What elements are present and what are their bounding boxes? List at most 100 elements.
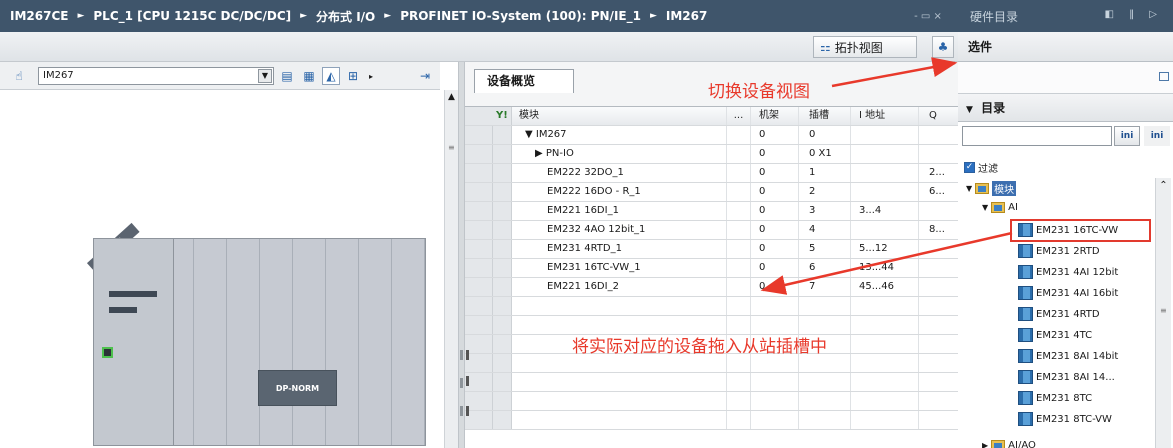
column-more[interactable]: ... — [727, 107, 751, 125]
chevron-down-icon[interactable]: ▼ — [258, 69, 272, 83]
catalog-item[interactable]: EM231 2RTD — [1018, 242, 1100, 260]
cell-module[interactable] — [513, 392, 727, 410]
breadcrumb-item[interactable]: PLC_1 [CPU 1215C DC/DC/DC] — [93, 9, 291, 23]
catalog-item[interactable]: EM231 4AI 16bit — [1018, 284, 1118, 302]
table-row[interactable] — [465, 373, 958, 392]
zoom-icon[interactable]: ◭ — [322, 67, 340, 85]
device-select[interactable]: IM267 ▼ — [38, 67, 274, 85]
cell-module[interactable]: EM232 4AO 12bit_1 — [513, 221, 727, 239]
table-row[interactable]: EM221 16DI_2 0 7 45...46 — [465, 278, 958, 297]
cell-module[interactable]: EM222 32DO_1 — [513, 164, 727, 182]
search-down-button[interactable]: ini — [1114, 126, 1140, 146]
catalog-item-label: EM231 8TC-VW — [1036, 413, 1112, 425]
cell-module[interactable]: EM221 16DI_1 — [513, 202, 727, 220]
show-overview-icon[interactable]: ▦ — [300, 67, 318, 85]
breadcrumb-item[interactable]: IM267 — [666, 9, 707, 23]
row-gutter — [465, 240, 512, 258]
tree-node-aio[interactable]: ▶ AI/AO — [982, 436, 1036, 448]
tab-device-overview[interactable]: 设备概览 — [474, 69, 574, 93]
splitter-knob[interactable] — [460, 350, 463, 360]
tree-node-modules[interactable]: ▼ 模块 — [966, 179, 1017, 197]
cell-module[interactable]: ▼ IM267 — [513, 126, 727, 144]
row-gutter-divider — [492, 221, 493, 239]
table-row[interactable]: EM231 16TC-VW_1 0 6 13...44 — [465, 259, 958, 278]
device-view-scrollbar[interactable]: ▲ ≡ — [444, 90, 458, 448]
catalog-item[interactable]: EM231 8TC-VW — [1018, 410, 1112, 428]
table-row[interactable]: EM231 4RTD_1 0 5 5...12 — [465, 240, 958, 259]
table-row[interactable]: EM222 16DO - R_1 0 2 6... — [465, 183, 958, 202]
row-gutter-divider — [492, 392, 493, 410]
table-row[interactable] — [465, 297, 958, 316]
device-pointer-icon[interactable]: ☝ — [10, 67, 28, 85]
cell-module[interactable] — [513, 297, 727, 315]
breadcrumb-item[interactable]: PROFINET IO-System (100): PN/IE_1 — [400, 9, 641, 23]
catalog-window-controls[interactable]: ◧ ‖ ▷ — [1105, 9, 1164, 20]
table-row[interactable]: ▼ IM267 0 0 — [465, 126, 958, 145]
column-module[interactable]: 模块 — [513, 107, 727, 125]
catalog-item[interactable]: EM231 4AI 12bit — [1018, 263, 1118, 281]
device-view-canvas[interactable]: IM267 DP-NORM — [0, 90, 444, 448]
scroll-up-icon[interactable]: ▲ — [445, 92, 458, 104]
panel-icon[interactable] — [1159, 72, 1169, 81]
column-q-address[interactable]: Q — [919, 107, 958, 125]
scroll-up-icon[interactable]: ⌃ — [1156, 180, 1171, 191]
cell-q-address — [919, 354, 958, 372]
more-icon[interactable]: ▸ — [366, 67, 376, 85]
scroll-grip-icon[interactable]: ≡ — [1160, 306, 1167, 315]
im-module[interactable] — [94, 239, 174, 445]
cell-module[interactable]: EM221 16DI_2 — [513, 278, 727, 296]
splitter-knob[interactable] — [460, 406, 463, 416]
checkbox-icon[interactable]: ✓ — [964, 161, 975, 173]
window-controls[interactable]: - ▭ × — [898, 0, 958, 32]
table-row[interactable]: EM232 4AO 12bit_1 0 4 8... — [465, 221, 958, 240]
cell-i-address: 3...4 — [851, 202, 919, 220]
catalog-scrollbar[interactable]: ⌃ ≡ — [1155, 178, 1171, 448]
catalog-item[interactable]: EM231 8TC — [1018, 389, 1092, 407]
cell-module[interactable]: EM231 16TC-VW_1 — [513, 259, 727, 277]
network-view-tab[interactable]: ♣ — [932, 36, 954, 58]
column-i-address[interactable]: I 地址 — [851, 107, 919, 125]
catalog-item[interactable]: EM231 8AI 14... — [1018, 368, 1115, 386]
search-up-button[interactable]: ini — [1144, 126, 1170, 146]
catalog-item[interactable]: EM231 4TC — [1018, 326, 1092, 344]
show-module-labels-icon[interactable]: ▤ — [278, 67, 296, 85]
table-row[interactable]: EM221 16DI_1 0 3 3...4 — [465, 202, 958, 221]
tree-node-ai[interactable]: ▼ AI — [982, 198, 1018, 216]
catalog-section-header[interactable]: ▼ 目录 — [958, 94, 1173, 122]
cell-module[interactable] — [513, 373, 727, 391]
ethernet-port-icon[interactable] — [102, 347, 113, 358]
table-row[interactable] — [465, 392, 958, 411]
scroll-grip-icon[interactable]: ≡ — [448, 144, 455, 152]
dp-norm-module[interactable]: DP-NORM — [258, 370, 337, 406]
catalog-item[interactable]: EM231 4RTD — [1018, 305, 1100, 323]
folder-icon — [991, 201, 1006, 213]
cell-more — [727, 373, 751, 391]
chevron-right-icon[interactable]: ▶ — [982, 441, 988, 448]
breadcrumb-item[interactable]: IM267CE — [10, 9, 68, 23]
cell-q-address — [919, 297, 958, 315]
chevron-down-icon[interactable]: ▼ — [966, 105, 973, 115]
column-rack[interactable]: 机架 — [751, 107, 799, 125]
filter-checkbox-row[interactable]: ✓ 过滤 — [964, 158, 998, 176]
panel-splitter[interactable] — [458, 62, 465, 448]
table-row[interactable]: EM222 32DO_1 0 1 2... — [465, 164, 958, 183]
device-rack[interactable]: DP-NORM — [93, 238, 426, 446]
table-row[interactable] — [465, 411, 958, 430]
table-row[interactable]: ▶ PN-IO 0 0 X1 — [465, 145, 958, 164]
column-slot[interactable]: 插槽 — [799, 107, 851, 125]
catalog-search-input[interactable] — [962, 126, 1112, 146]
cell-module[interactable]: ▶ PN-IO — [513, 145, 727, 163]
breadcrumb-item[interactable]: 分布式 I/O — [316, 8, 375, 25]
collapse-panel-icon[interactable]: ⇥ — [416, 67, 434, 85]
splitter-knob[interactable] — [460, 378, 463, 388]
chevron-down-icon[interactable]: ▼ — [982, 203, 988, 212]
filter-icon[interactable]: Y! — [496, 110, 508, 121]
catalog-item[interactable]: EM231 8AI 14bit — [1018, 347, 1118, 365]
grid-icon[interactable]: ⊞ — [344, 67, 362, 85]
cell-module[interactable]: EM231 4RTD_1 — [513, 240, 727, 258]
chevron-down-icon[interactable]: ▼ — [966, 184, 972, 193]
cell-module[interactable]: EM222 16DO - R_1 — [513, 183, 727, 201]
topology-view-tab[interactable]: ⚏ 拓扑视图 — [813, 36, 917, 58]
cell-module[interactable] — [513, 411, 727, 429]
options-section-header[interactable]: 选件 — [958, 32, 1173, 62]
